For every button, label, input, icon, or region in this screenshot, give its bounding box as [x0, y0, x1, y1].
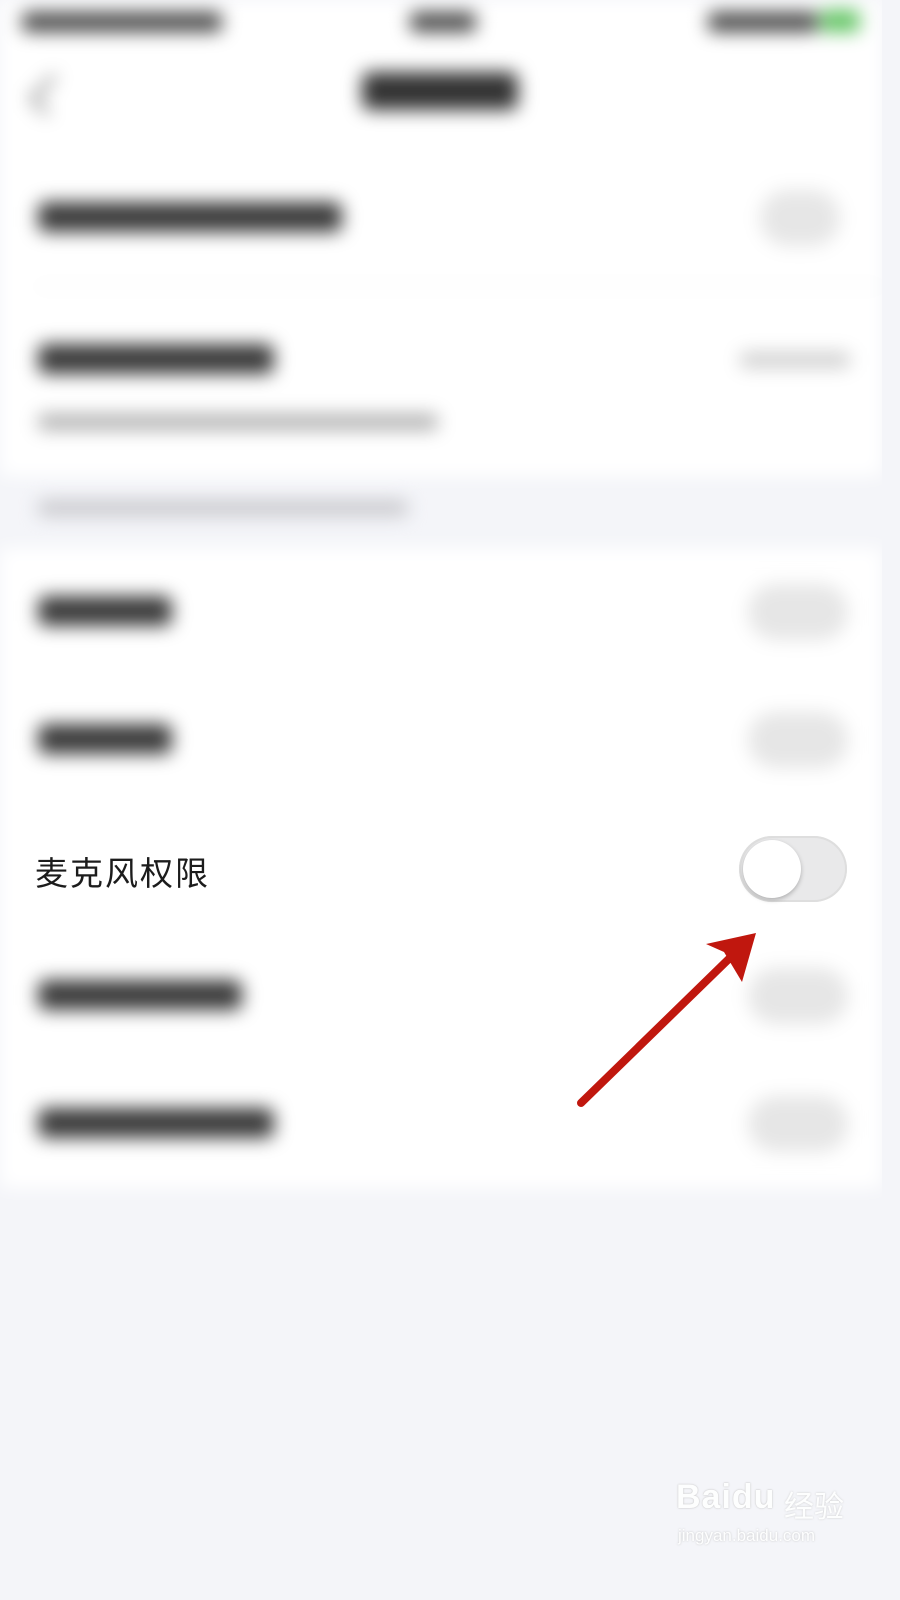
row-toggle-blur	[748, 584, 848, 640]
section-header-blur	[38, 500, 408, 516]
baidu-jingyan-watermark: Baidu 经验 jingyan.baidu.com	[672, 1468, 852, 1558]
row-toggle-blur	[748, 1096, 848, 1152]
row-label-blur	[38, 202, 342, 232]
row-value-blur	[740, 352, 850, 368]
row-control-blur	[760, 190, 840, 246]
row-label-blur	[38, 724, 172, 754]
row-label-blur	[38, 1108, 274, 1138]
settings-group-top	[0, 146, 882, 476]
row-label-blur	[38, 596, 172, 626]
watermark-brand-suffix: 经验	[784, 1490, 844, 1525]
watermark-url: jingyan.baidu.com	[678, 1526, 816, 1545]
row-toggle-blur	[748, 712, 848, 768]
row-sub-blur	[38, 414, 438, 430]
status-bar	[0, 0, 882, 50]
row-label-blur	[38, 344, 274, 374]
status-right-blur	[708, 12, 818, 32]
row-label-blur	[38, 980, 242, 1010]
settings-screen: 麦克风权限 Baidu 经验 jingyan.baidu.com	[0, 0, 882, 1568]
watermark-brand: Baidu	[676, 1478, 776, 1516]
battery-icon	[820, 10, 860, 32]
blurred-background	[0, 0, 882, 1568]
microphone-permission-row: 麦克风权限	[0, 800, 882, 940]
microphone-permission-label: 麦克风权限	[35, 854, 210, 893]
divider	[36, 286, 882, 287]
toggle-knob	[743, 840, 801, 898]
row-toggle-blur	[748, 968, 848, 1024]
page-title-blur	[362, 72, 518, 110]
back-icon[interactable]	[29, 74, 71, 116]
microphone-permission-toggle[interactable]	[739, 836, 847, 902]
nav-bar	[0, 50, 882, 146]
status-time-blur	[410, 12, 476, 32]
status-left-blur	[22, 12, 222, 32]
